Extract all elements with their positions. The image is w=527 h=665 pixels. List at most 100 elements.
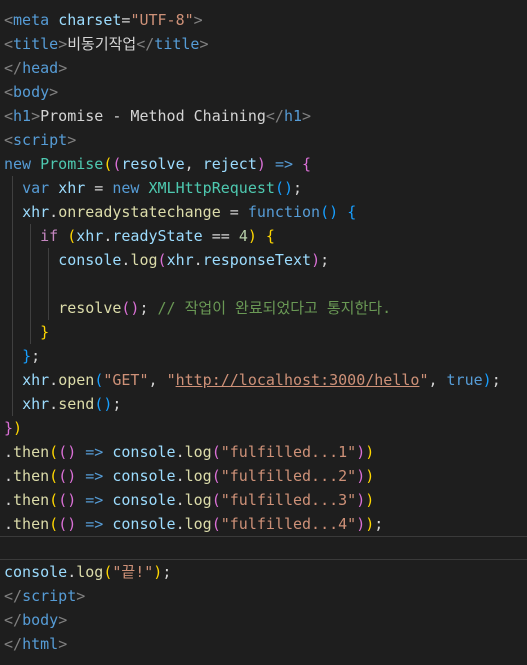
- code-token: log: [184, 515, 212, 533]
- code-token: (: [49, 515, 59, 533]
- code-token: .: [4, 467, 14, 485]
- code-token: }: [22, 347, 32, 365]
- current-line: [0, 536, 527, 560]
- code-token: responseText: [202, 251, 312, 269]
- code-line: <title>비동기작업</title>: [0, 32, 527, 56]
- code-token: }: [40, 323, 50, 341]
- code-token: var: [22, 179, 50, 197]
- code-token: then: [13, 515, 50, 533]
- code-token: {: [265, 227, 275, 245]
- code-token: </: [4, 635, 23, 653]
- code-token: console: [4, 563, 68, 581]
- code-token: ;: [374, 515, 384, 533]
- code-token: title: [13, 35, 59, 53]
- code-token: console: [112, 467, 176, 485]
- code-token: "fulfilled...3": [220, 491, 357, 509]
- code-token: "fulfilled...2": [220, 467, 357, 485]
- code-line: </head>: [0, 56, 527, 80]
- code-token: </: [265, 107, 284, 125]
- code-token: <: [4, 35, 14, 53]
- code-line: console.log("끝!");: [0, 560, 527, 584]
- code-line: xhr.open("GET", "http://localhost:3000/h…: [0, 368, 527, 392]
- code-editor[interactable]: <meta charset="UTF-8"> <title>비동기작업</titl…: [0, 0, 527, 665]
- code-token: =>: [85, 491, 104, 509]
- code-token: <: [4, 131, 14, 149]
- code-token: {: [347, 203, 357, 221]
- code-token: ): [365, 467, 375, 485]
- code-token: (: [211, 491, 221, 509]
- code-token: (: [49, 467, 59, 485]
- code-token: xhr: [76, 227, 104, 245]
- code-token: </: [4, 59, 23, 77]
- code-token: (: [94, 371, 104, 389]
- code-token: ,: [148, 371, 167, 389]
- code-token: "GET": [103, 371, 149, 389]
- code-token: >: [49, 83, 59, 101]
- code-token: then: [13, 491, 50, 509]
- code-token: ;: [293, 179, 303, 197]
- code-token: </: [136, 35, 155, 53]
- code-token: (: [49, 443, 59, 461]
- code-token: ): [13, 419, 23, 437]
- code-token: log: [184, 443, 212, 461]
- code-token: ): [356, 491, 366, 509]
- code-token: send: [58, 395, 95, 413]
- code-token: ==: [202, 227, 239, 245]
- code-token: (: [211, 515, 221, 533]
- code-token: title: [154, 35, 200, 53]
- code-token: ;: [139, 299, 158, 317]
- code-token: meta: [13, 11, 50, 29]
- code-token: ;: [31, 347, 41, 365]
- code-token: head: [22, 59, 59, 77]
- code-token: readyState: [112, 227, 203, 245]
- code-token: ): [365, 515, 375, 533]
- code-token: ): [356, 467, 366, 485]
- code-token: >: [76, 587, 86, 605]
- code-token: (: [157, 251, 167, 269]
- code-token: =>: [85, 467, 104, 485]
- code-token: 비동기작업: [67, 35, 137, 53]
- code-token: h1: [283, 107, 303, 125]
- code-token: =>: [85, 515, 104, 533]
- code-token: (): [94, 395, 113, 413]
- code-token: function: [247, 203, 321, 221]
- url-link[interactable]: http://localhost:3000/hello: [176, 371, 420, 389]
- code-token: >: [58, 611, 68, 629]
- code-token: .: [175, 467, 185, 485]
- code-token: console: [112, 491, 176, 509]
- code-token: <: [4, 83, 14, 101]
- code-line: .then(() => console.log("fulfilled...3")…: [0, 488, 527, 512]
- code-line: xhr.send();: [0, 392, 527, 416]
- code-token: body: [22, 611, 59, 629]
- indent-guide: [30, 224, 31, 344]
- code-token: html: [22, 635, 59, 653]
- code-token: XMLHttpRequest: [148, 179, 275, 197]
- code-token: script: [13, 131, 68, 149]
- code-token: resolve: [121, 155, 185, 173]
- code-line: console.log(xhr.responseText);: [0, 248, 527, 272]
- code-token: then: [13, 443, 50, 461]
- code-token: ): [153, 563, 163, 581]
- code-token: >: [193, 11, 203, 29]
- code-token: xhr: [22, 203, 50, 221]
- code-token: "fulfilled...4": [220, 515, 357, 533]
- code-token: =: [85, 179, 113, 197]
- code-token: .: [67, 563, 77, 581]
- code-token: }: [4, 419, 14, 437]
- code-line: resolve(); // 작업이 완료되었다고 통지한다.: [0, 296, 527, 320]
- code-token: ,: [184, 155, 203, 173]
- code-token: console: [112, 443, 176, 461]
- code-token: true: [446, 371, 483, 389]
- code-token: ): [256, 155, 266, 173]
- code-token: onreadystatechange: [58, 203, 221, 221]
